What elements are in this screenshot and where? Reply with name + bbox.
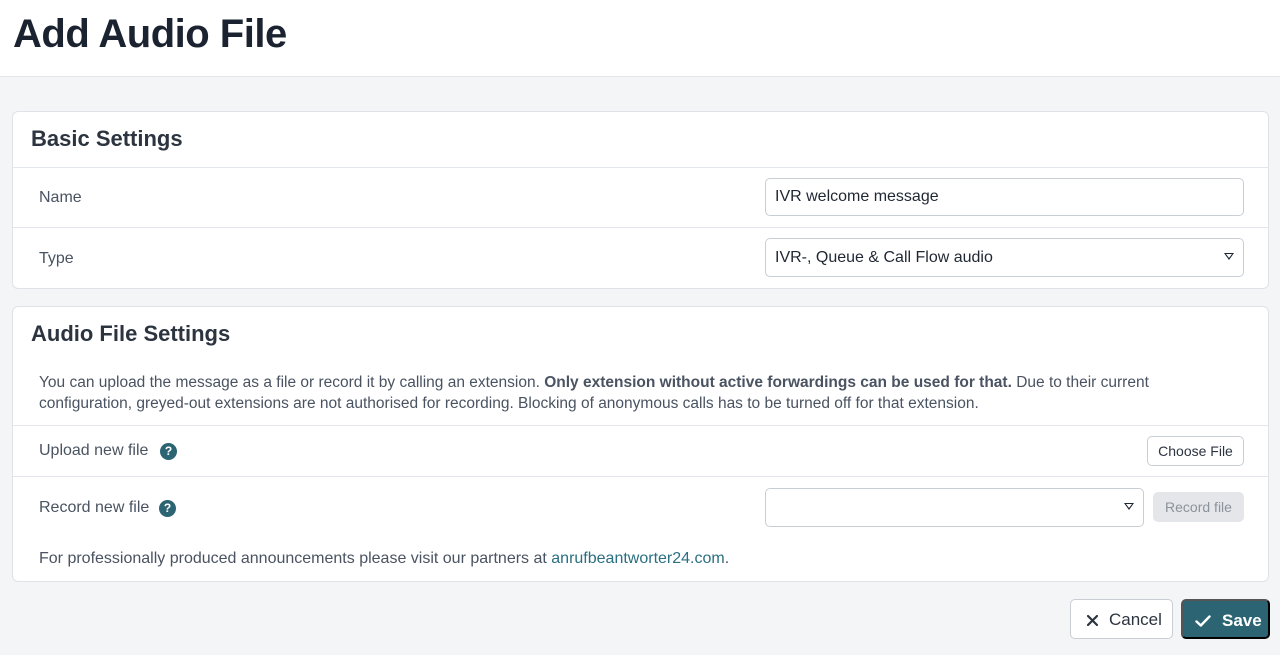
audio-settings-description: You can upload the message as a file or … [39,372,1189,414]
choose-file-button[interactable]: Choose File [1147,436,1244,466]
cancel-label: Cancel [1109,610,1162,629]
partner-link[interactable]: anrufbeantworter24.com [551,550,724,567]
chevron-down-icon [1124,503,1134,510]
type-select[interactable]: IVR-, Queue & Call Flow audio [765,238,1244,277]
cancel-button[interactable]: Cancel [1070,599,1173,639]
divider [13,227,1268,228]
partner-note: For professionally produced announcement… [39,550,729,568]
description-bold-text: Only extension without active forwarding… [544,374,1012,391]
save-button-content: Save [1195,611,1262,631]
record-extension-select[interactable] [765,488,1144,527]
type-select-value: IVR-, Queue & Call Flow audio [775,249,993,266]
close-icon [1087,614,1098,626]
basic-settings-title: Basic Settings [31,126,183,151]
help-icon[interactable]: ? [159,500,176,517]
partner-suffix: . [724,550,730,567]
divider [13,476,1268,477]
page-title: Add Audio File [13,12,287,56]
page-header: Add Audio File [0,0,1280,77]
name-label: Name [39,189,82,206]
basic-settings-card: Basic Settings Name IVR welcome message … [12,111,1269,289]
record-label: Record new file [39,499,150,516]
help-icon[interactable]: ? [160,443,177,460]
name-input[interactable]: IVR welcome message [765,178,1244,216]
cancel-button-content: Cancel [1087,610,1162,630]
save-button[interactable]: Save [1181,599,1270,639]
divider [13,425,1268,426]
audio-file-settings-card: Audio File Settings You can upload the m… [12,306,1269,582]
chevron-down-icon [1224,253,1234,260]
divider [13,167,1268,168]
upload-label: Upload new file [39,442,149,459]
partner-text: For professionally produced announcement… [39,550,552,567]
checkmark-icon [1195,615,1211,627]
save-label: Save [1222,611,1262,630]
type-label: Type [39,250,74,267]
audio-settings-title: Audio File Settings [31,321,231,346]
record-file-button[interactable]: Record file [1153,492,1244,522]
description-text: You can upload the message as a file or … [39,374,545,391]
